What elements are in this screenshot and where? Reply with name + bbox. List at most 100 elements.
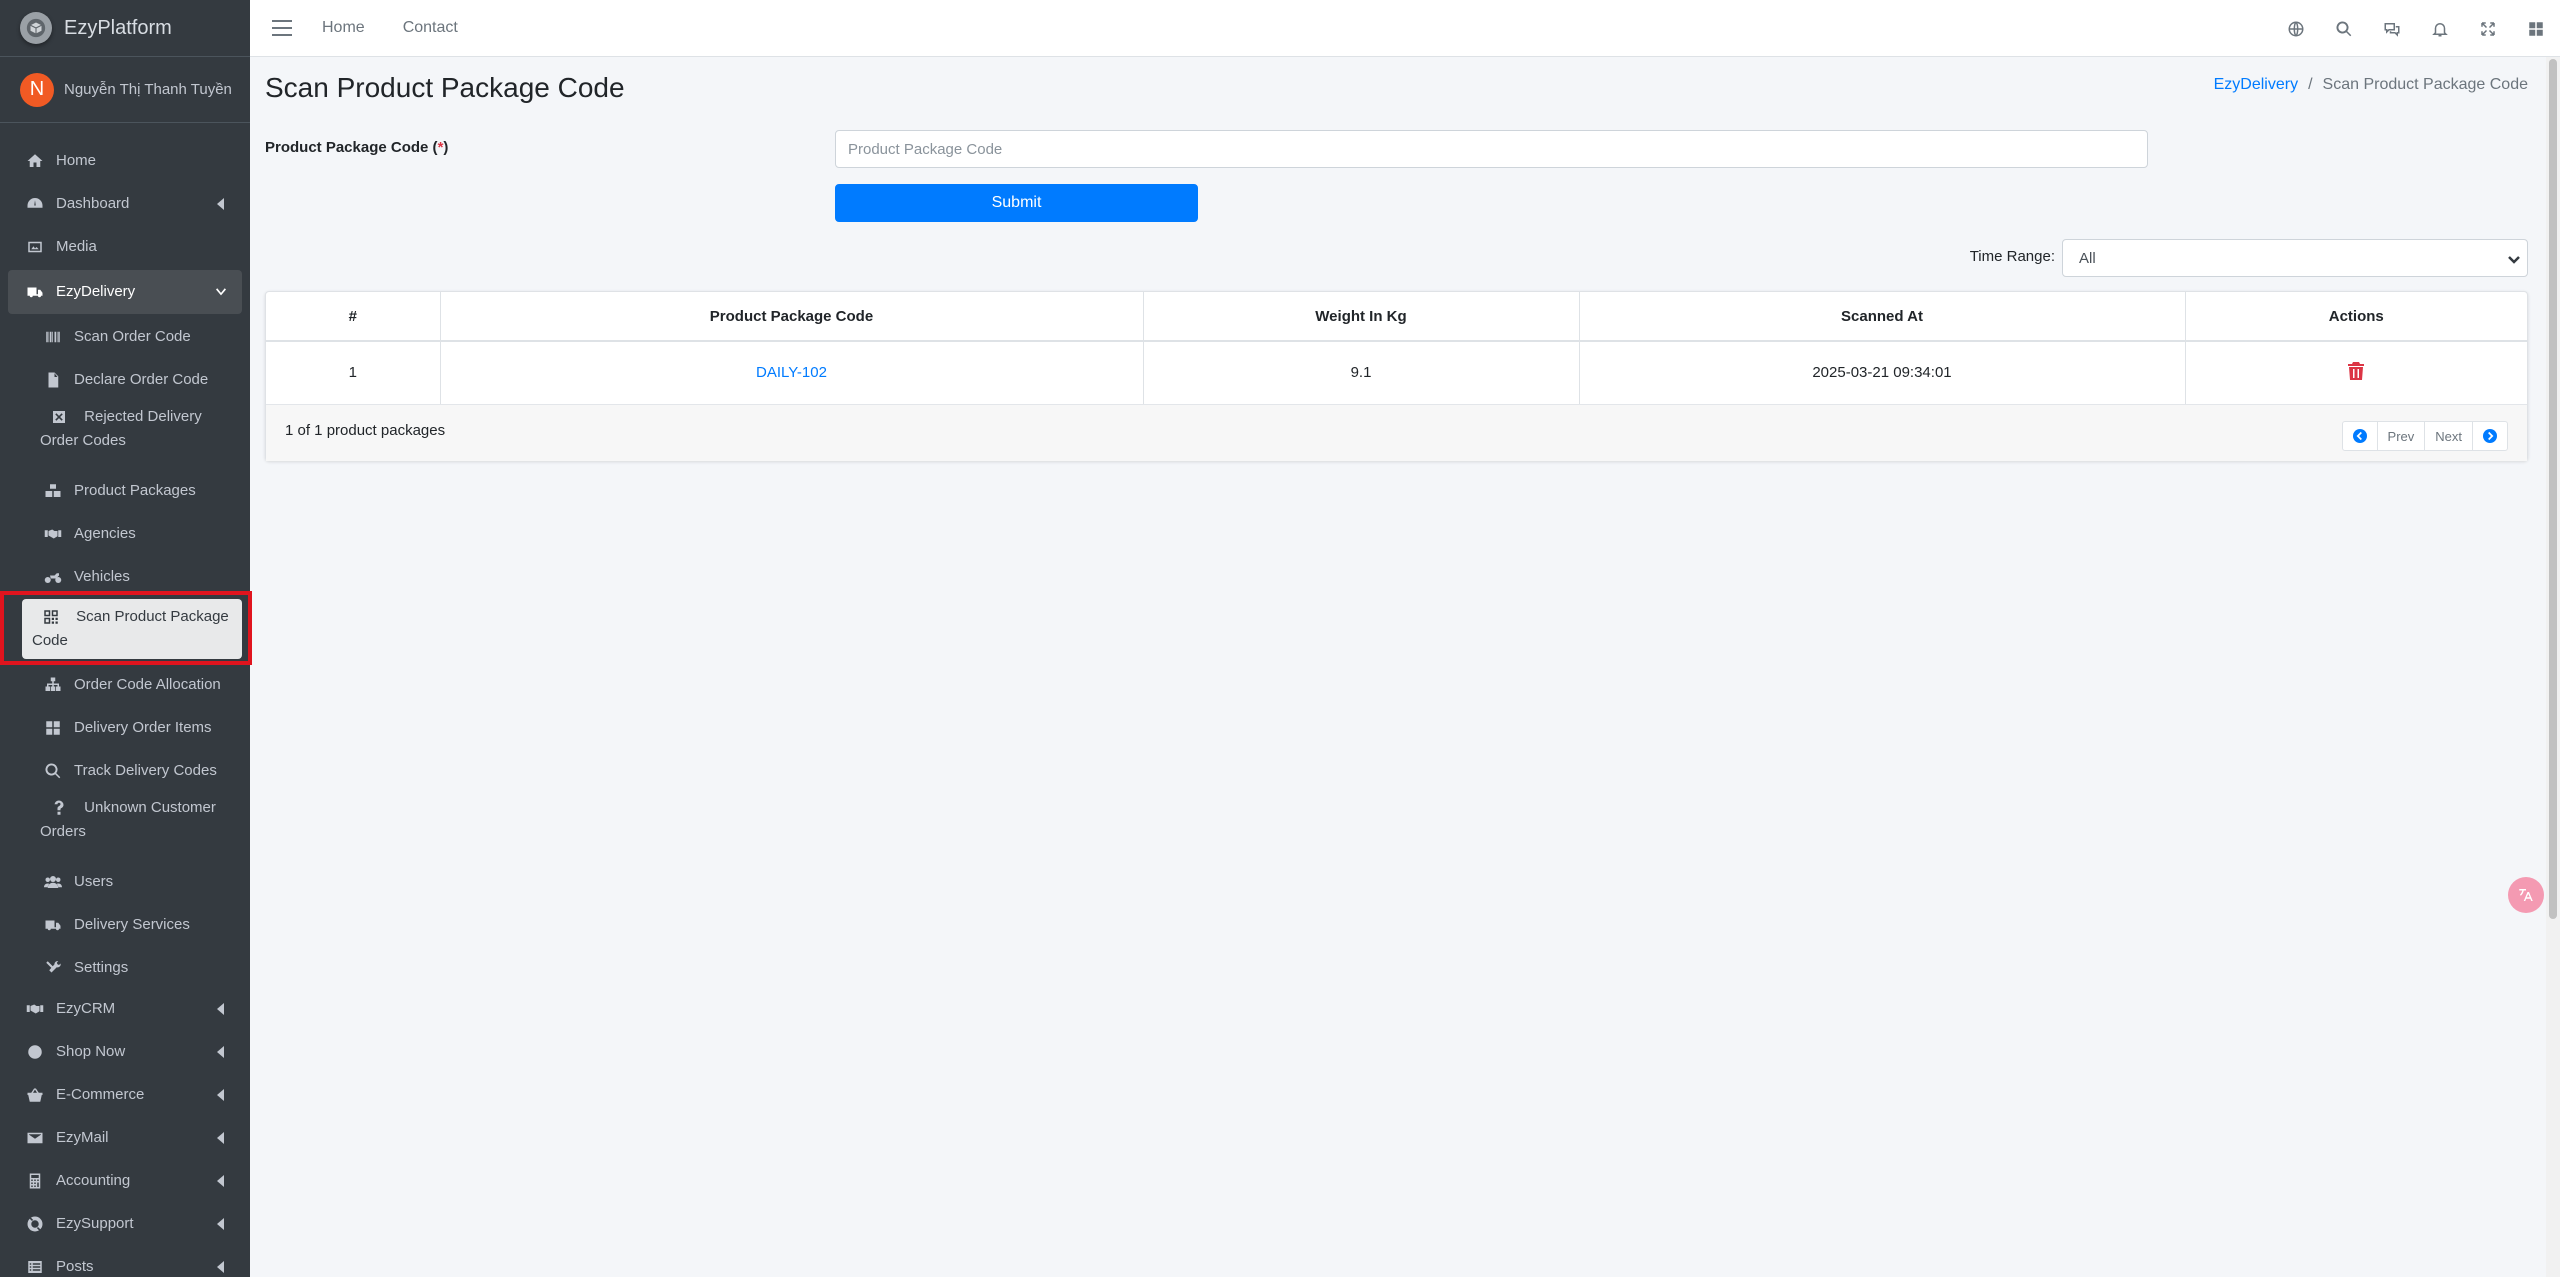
bell-icon[interactable] [2416,0,2464,57]
handshake-icon [42,523,64,545]
package-code-link[interactable]: DAILY-102 [756,364,827,381]
apps-grid-icon[interactable] [2512,0,2560,57]
brand[interactable]: EzyPlatform [0,0,250,57]
row-scanned-at: 2025-03-21 09:34:01 [1579,341,2186,405]
sidebar-item-users[interactable]: Users [8,862,242,902]
question-icon [48,797,70,819]
avatar: N [20,72,54,107]
truck-icon [24,281,46,303]
table-row: 1 DAILY-102 9.1 2025-03-21 09:34:01 [266,341,2527,405]
sidebar-item-ezycrm[interactable]: EzyCRM [8,987,242,1031]
chevron-left-icon [214,192,228,216]
grid-icon [42,717,64,739]
globe-icon[interactable] [2272,0,2320,57]
sidebar-item-agencies[interactable]: Agencies [8,514,242,554]
chevron-down-icon [2507,252,2521,266]
active-item-highlight [0,591,252,665]
sidebar-item-ezysupport[interactable]: EzySupport [8,1202,242,1246]
time-range-value: All [2079,249,2096,267]
chevron-left-icon [214,1083,228,1107]
truck-icon [42,914,64,936]
sidebar-item-ezymail[interactable]: EzyMail [8,1116,242,1160]
motorcycle-icon [42,566,64,588]
sidebar-item-declare-order-code[interactable]: Declare Order Code [8,360,242,400]
user-name: Nguyễn Thị Thanh Tuyền [64,81,232,98]
menu-toggle-icon[interactable] [272,20,292,36]
row-weight: 9.1 [1143,341,1580,405]
submit-button[interactable]: Submit [835,184,1198,222]
col-weight-header: Weight In Kg [1143,292,1580,342]
comments-icon[interactable] [2368,0,2416,57]
chevron-left-icon [214,1169,228,1193]
calculator-icon [24,1170,46,1192]
sidebar-item-settings[interactable]: Settings [8,948,242,988]
record-count: 1 of 1 product packages [285,422,446,439]
chevron-left-icon [214,997,228,1021]
circle-icon [24,1041,46,1063]
page-scrollbar[interactable] [2546,57,2560,1277]
sidebar-item-unknown-customer-orders[interactable]: Unknown Customer Orders [8,796,242,844]
handshake-icon [24,998,46,1020]
image-icon [24,236,46,258]
topbar-contact-link[interactable]: Contact [403,19,458,37]
prev-arrow-icon[interactable] [2343,422,2378,450]
sidebar-item-home[interactable]: Home [8,139,242,183]
tools-icon [42,957,64,979]
list-icon [24,1256,46,1277]
sidebar-item-e-commerce[interactable]: E-Commerce [8,1073,242,1117]
sidebar-item-dashboard[interactable]: Dashboard [8,182,242,226]
chevron-left-icon [214,1255,228,1277]
col-index-header: # [266,292,441,342]
next-button[interactable]: Next [2425,422,2473,450]
scrollbar-thumb[interactable] [2549,59,2557,919]
sidebar-item-accounting[interactable]: Accounting [8,1159,242,1203]
time-range-select[interactable]: All [2062,239,2528,277]
breadcrumb-current: Scan Product Package Code [2322,76,2528,93]
home-icon [24,150,46,172]
col-actions-header: Actions [2185,292,2527,342]
sidebar-item-shop-now[interactable]: Shop Now [8,1030,242,1074]
sitemap-icon [42,674,64,696]
col-scanned-header: Scanned At [1579,292,2186,342]
brand-logo-icon [20,12,52,44]
time-range-label: Time Range: [1969,248,2055,265]
next-arrow-icon[interactable] [2473,422,2507,450]
package-code-input[interactable] [835,130,2148,168]
delete-icon[interactable] [2348,361,2365,384]
row-index: 1 [266,341,441,405]
topbar-home-link[interactable]: Home [322,19,365,37]
breadcrumb-parent-link[interactable]: EzyDelivery [2214,76,2298,93]
sidebar-item-delivery-services[interactable]: Delivery Services [8,905,242,945]
expand-icon[interactable] [2464,0,2512,57]
brand-name: EzyPlatform [64,16,172,39]
prev-button[interactable]: Prev [2378,422,2426,450]
user-panel[interactable]: N Nguyễn Thị Thanh Tuyền [0,57,250,123]
sidebar-item-posts[interactable]: Posts [8,1245,242,1277]
lifebuoy-icon [24,1213,46,1235]
sidebar-item-scan-order-code[interactable]: Scan Order Code [8,317,242,357]
sidebar-item-track-delivery-codes[interactable]: Track Delivery Codes [8,751,242,791]
package-code-label: Product Package Code (*) [265,139,449,156]
boxes-icon [42,480,64,502]
row-code-cell: DAILY-102 [440,341,1144,405]
dashboard-icon [24,193,46,215]
chevron-left-icon [214,1040,228,1064]
sidebar-item-ezydelivery[interactable]: EzyDelivery [8,270,242,314]
table-footer: 1 of 1 product packages Prev Next [266,404,2527,461]
topbar: Home Contact [250,0,2560,57]
table-header-row: # Product Package Code Weight In Kg Scan… [266,292,2527,342]
sidebar-item-order-code-allocation[interactable]: Order Code Allocation [8,665,242,705]
translate-icon[interactable] [2508,877,2544,913]
file-icon [42,369,64,391]
breadcrumb-separator: / [2308,76,2313,93]
search-icon[interactable] [2320,0,2368,57]
sidebar-item-media[interactable]: Media [8,225,242,269]
sidebar-item-rejected-delivery-order-codes[interactable]: Rejected Delivery Order Codes [8,405,242,453]
packages-card: # Product Package Code Weight In Kg Scan… [265,291,2528,461]
sidebar-item-delivery-order-items[interactable]: Delivery Order Items [8,708,242,748]
sidebar-item-product-packages[interactable]: Product Packages [8,471,242,511]
basket-icon [24,1084,46,1106]
x-square-icon [48,406,70,428]
pagination: Prev Next [2341,421,2508,451]
search-icon [42,760,64,782]
